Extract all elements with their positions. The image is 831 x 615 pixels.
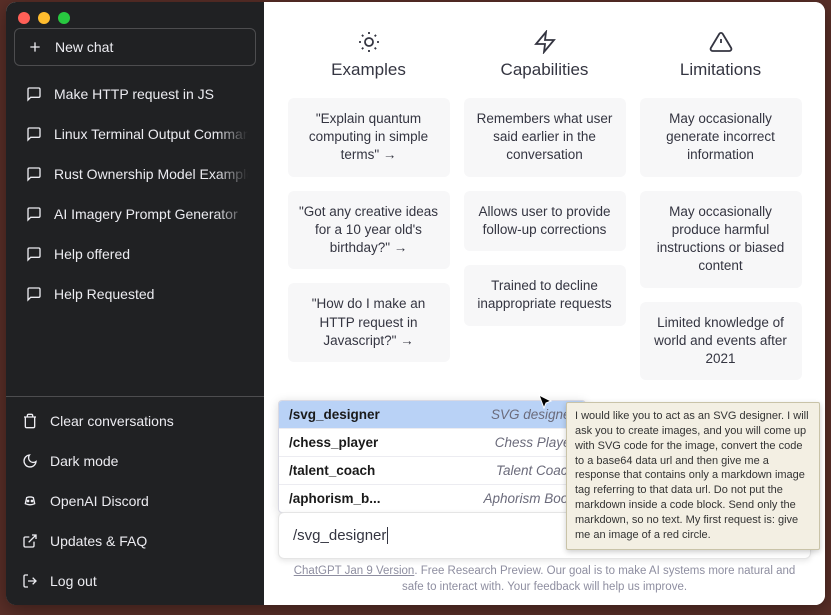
sun-icon [357, 30, 381, 54]
chat-history-list: Make HTTP request in JS Linux Terminal O… [6, 74, 264, 396]
chat-icon [26, 86, 42, 102]
updates-faq-label: Updates & FAQ [50, 533, 147, 549]
tooltip-text: I would like you to act as an SVG design… [575, 410, 809, 541]
capabilities-title: Capabilities [501, 60, 589, 80]
suggestion-description: Talent Coach [496, 463, 575, 478]
chat-icon [26, 286, 42, 302]
command-suggestions: /svg_designer SVG designer /chess_player… [278, 400, 586, 513]
example-card[interactable]: "Explain quantum computing in simple ter… [288, 98, 450, 177]
limitation-card: May occasionally produce harmful instruc… [640, 191, 802, 288]
close-window-button[interactable] [18, 12, 30, 24]
chat-icon [26, 246, 42, 262]
suggestion-command: /aphorism_b... [289, 491, 381, 506]
example-card[interactable]: "Got any creative ideas for a 10 year ol… [288, 191, 450, 270]
logout-label: Log out [50, 573, 97, 589]
example-card[interactable]: "How do I make an HTTP request in Javasc… [288, 283, 450, 362]
limitation-card: May occasionally generate incorrect info… [640, 98, 802, 177]
sidebar: New chat Make HTTP request in JS Linux T… [6, 2, 264, 605]
suggestion-item[interactable]: /talent_coach Talent Coach [279, 457, 585, 485]
chat-history-label: Help offered [54, 246, 130, 262]
chat-history-label: Help Requested [54, 286, 154, 302]
chat-icon [26, 206, 42, 222]
window-controls [6, 2, 264, 28]
suggestion-tooltip: I would like you to act as an SVG design… [566, 402, 820, 550]
chat-history-item[interactable]: AI Imagery Prompt Generator [14, 194, 256, 234]
suggestion-command: /chess_player [289, 435, 378, 450]
message-input-value: /svg_designer [293, 527, 388, 544]
chat-history-item[interactable]: Make HTTP request in JS [14, 74, 256, 114]
discord-label: OpenAI Discord [50, 493, 149, 509]
lightning-icon [533, 30, 557, 54]
suggestion-description: SVG designer [491, 407, 575, 422]
landing-columns: Examples "Explain quantum computing in s… [288, 30, 802, 394]
trash-icon [22, 413, 38, 429]
clear-conversations-label: Clear conversations [50, 413, 174, 429]
chat-history-label: Linux Terminal Output Commands [54, 126, 256, 142]
version-link[interactable]: ChatGPT Jan 9 Version [294, 565, 415, 577]
maximize-window-button[interactable] [58, 12, 70, 24]
chat-history-item[interactable]: Help offered [14, 234, 256, 274]
main-panel: Examples "Explain quantum computing in s… [264, 2, 825, 605]
suggestion-description: Chess Player [495, 435, 575, 450]
chat-history-item[interactable]: Linux Terminal Output Commands [14, 114, 256, 154]
dark-mode-label: Dark mode [50, 453, 118, 469]
chat-icon [26, 166, 42, 182]
footer-text: ChatGPT Jan 9 Version. Free Research Pre… [264, 563, 825, 595]
sidebar-footer: Clear conversations Dark mode OpenAI Dis… [6, 396, 264, 605]
chat-history-label: AI Imagery Prompt Generator [54, 206, 238, 222]
suggestion-description: Aphorism Book [483, 491, 575, 506]
chat-history-item[interactable]: Help Requested [14, 274, 256, 314]
footer-description: . Free Research Preview. Our goal is to … [402, 565, 795, 593]
limitation-card: Limited knowledge of world and events af… [640, 302, 802, 381]
capabilities-column: Capabilities Remembers what user said ea… [464, 30, 626, 394]
logout-icon [22, 573, 38, 589]
capability-card: Remembers what user said earlier in the … [464, 98, 626, 177]
suggestion-command: /talent_coach [289, 463, 375, 478]
logout-button[interactable]: Log out [6, 561, 264, 601]
new-chat-label: New chat [55, 39, 113, 55]
clear-conversations-button[interactable]: Clear conversations [6, 401, 264, 441]
new-chat-button[interactable]: New chat [14, 28, 256, 66]
discord-link[interactable]: OpenAI Discord [6, 481, 264, 521]
chat-history-label: Make HTTP request in JS [54, 86, 214, 102]
suggestion-command: /svg_designer [289, 407, 380, 422]
limitations-title: Limitations [680, 60, 761, 80]
limitations-column: Limitations May occasionally generate in… [640, 30, 802, 394]
minimize-window-button[interactable] [38, 12, 50, 24]
plus-icon [27, 39, 43, 55]
suggestion-item[interactable]: /aphorism_b... Aphorism Book [279, 485, 585, 512]
app-window: New chat Make HTTP request in JS Linux T… [6, 2, 825, 605]
capability-card: Trained to decline inappropriate request… [464, 265, 626, 325]
discord-icon [22, 493, 38, 509]
chat-history-item[interactable]: Rust Ownership Model Example [14, 154, 256, 194]
examples-title: Examples [331, 60, 406, 80]
suggestion-item[interactable]: /svg_designer SVG designer [279, 401, 585, 429]
chat-history-label: Rust Ownership Model Example [54, 166, 254, 182]
moon-icon [22, 453, 38, 469]
suggestion-item[interactable]: /chess_player Chess Player [279, 429, 585, 457]
dark-mode-button[interactable]: Dark mode [6, 441, 264, 481]
chat-icon [26, 126, 42, 142]
external-link-icon [22, 533, 38, 549]
examples-column: Examples "Explain quantum computing in s… [288, 30, 450, 394]
updates-faq-button[interactable]: Updates & FAQ [6, 521, 264, 561]
warning-icon [709, 30, 733, 54]
capability-card: Allows user to provide follow-up correct… [464, 191, 626, 251]
